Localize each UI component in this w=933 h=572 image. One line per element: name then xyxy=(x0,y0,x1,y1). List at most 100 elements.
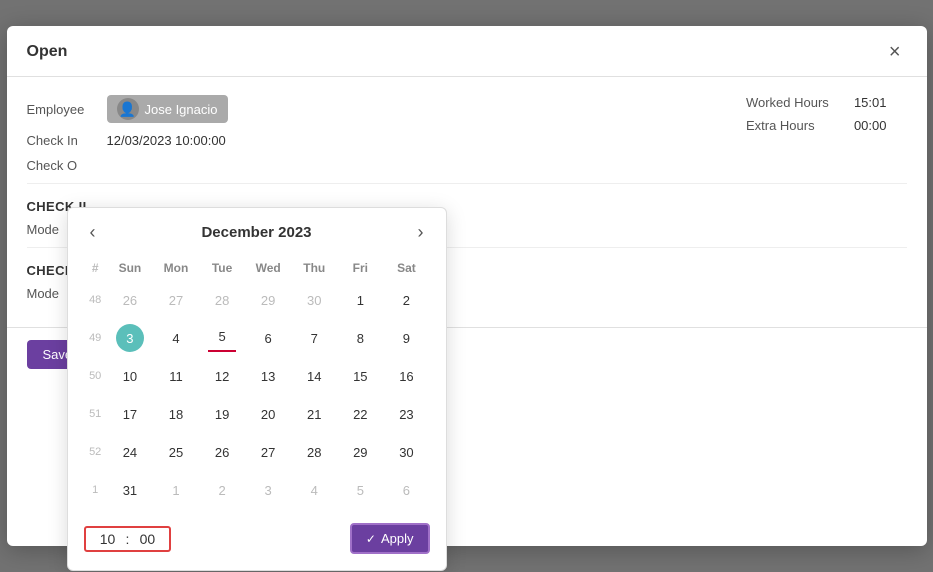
week-number: 1 xyxy=(84,471,107,509)
calendar-day[interactable]: 27 xyxy=(153,281,199,319)
divider-1 xyxy=(27,183,907,184)
check-out-row: Check O xyxy=(27,158,907,173)
wed-header: Wed xyxy=(245,257,291,281)
minute-input[interactable] xyxy=(133,531,161,547)
calendar-day[interactable]: 17 xyxy=(107,395,153,433)
time-input-group[interactable]: : xyxy=(84,526,172,552)
calendar-day[interactable]: 6 xyxy=(245,319,291,357)
check-in-value: 12/03/2023 10:00:00 xyxy=(107,133,226,148)
apply-label: Apply xyxy=(381,531,414,546)
calendar-day[interactable]: 21 xyxy=(291,395,337,433)
calendar-day[interactable]: 29 xyxy=(245,281,291,319)
tue-header: Tue xyxy=(199,257,245,281)
calendar-grid: # Sun Mon Tue Wed Thu Fri Sat 4826272829… xyxy=(84,257,430,509)
calendar-day[interactable]: 26 xyxy=(107,281,153,319)
right-info-panel: Worked Hours 15:01 Extra Hours 00:00 xyxy=(746,95,887,141)
calendar-day[interactable]: 20 xyxy=(245,395,291,433)
avatar: 👤 xyxy=(117,98,139,120)
calendar-header: ‹ December 2023 › xyxy=(84,220,430,245)
calendar-day[interactable]: 30 xyxy=(291,281,337,319)
calendar-week-row: 493456789 xyxy=(84,319,430,357)
close-button[interactable]: × xyxy=(883,40,907,64)
modal-backdrop: Open × Worked Hours 15:01 Extra Hours 00… xyxy=(0,0,933,572)
worked-hours-label: Worked Hours xyxy=(746,95,846,110)
calendar-day[interactable]: 19 xyxy=(199,395,245,433)
extra-hours-value: 00:00 xyxy=(854,118,887,133)
calendar-day[interactable]: 3 xyxy=(245,471,291,509)
week-number: 49 xyxy=(84,319,107,357)
calendar-day[interactable]: 14 xyxy=(291,357,337,395)
calendar-day[interactable]: 30 xyxy=(383,433,429,471)
calendar-day[interactable]: 7 xyxy=(291,319,337,357)
thu-header: Thu xyxy=(291,257,337,281)
worked-hours-value: 15:01 xyxy=(854,95,887,110)
calendar-day[interactable]: 5 xyxy=(199,319,245,357)
calendar-day[interactable]: 28 xyxy=(291,433,337,471)
prev-month-button[interactable]: ‹ xyxy=(84,220,102,245)
time-row: : ✓ Apply xyxy=(84,523,430,554)
check-in-label: Check In xyxy=(27,133,107,148)
employee-label: Employee xyxy=(27,102,107,117)
calendar-day[interactable]: 26 xyxy=(199,433,245,471)
next-month-button[interactable]: › xyxy=(411,220,429,245)
calendar-day[interactable]: 2 xyxy=(383,281,429,319)
week-num-col-header: # xyxy=(84,257,107,281)
sun-header: Sun xyxy=(107,257,153,281)
calendar-day[interactable]: 31 xyxy=(107,471,153,509)
calendar-day[interactable]: 9 xyxy=(383,319,429,357)
calendar-day[interactable]: 8 xyxy=(337,319,383,357)
calendar-day[interactable]: 6 xyxy=(383,471,429,509)
modal-title: Open xyxy=(27,43,68,61)
time-colon: : xyxy=(126,531,130,547)
calendar-day[interactable]: 22 xyxy=(337,395,383,433)
calendar-month-title: December 2023 xyxy=(201,224,311,241)
calendar-day[interactable]: 18 xyxy=(153,395,199,433)
calendar-day[interactable]: 28 xyxy=(199,281,245,319)
calendar-day[interactable]: 15 xyxy=(337,357,383,395)
calendar-day[interactable]: 23 xyxy=(383,395,429,433)
employee-badge[interactable]: 👤 Jose Ignacio xyxy=(107,95,228,123)
week-number: 50 xyxy=(84,357,107,395)
extra-hours-label: Extra Hours xyxy=(746,118,846,133)
calendar-week-row: 131123456 xyxy=(84,471,430,509)
calendar-week-row: 5224252627282930 xyxy=(84,433,430,471)
week-number: 51 xyxy=(84,395,107,433)
calendar-day[interactable]: 25 xyxy=(153,433,199,471)
avatar-icon: 👤 xyxy=(119,101,136,118)
sat-header: Sat xyxy=(383,257,429,281)
calendar-header-row: # Sun Mon Tue Wed Thu Fri Sat xyxy=(84,257,430,281)
calendar-day[interactable]: 3 xyxy=(107,319,153,357)
calendar-body: 4826272829301249345678950101112131415165… xyxy=(84,281,430,509)
employee-name: Jose Ignacio xyxy=(145,102,218,117)
calendar-day[interactable]: 10 xyxy=(107,357,153,395)
calendar-day[interactable]: 16 xyxy=(383,357,429,395)
calendar-day[interactable]: 2 xyxy=(199,471,245,509)
check-icon: ✓ xyxy=(366,532,376,546)
calendar-day[interactable]: 29 xyxy=(337,433,383,471)
mon-header: Mon xyxy=(153,257,199,281)
calendar-day[interactable]: 27 xyxy=(245,433,291,471)
calendar-day[interactable]: 1 xyxy=(337,281,383,319)
calendar-week-row: 48262728293012 xyxy=(84,281,430,319)
calendar-day[interactable]: 4 xyxy=(291,471,337,509)
calendar-popup: ‹ December 2023 › # Sun Mon Tue Wed Thu xyxy=(67,207,447,571)
calendar-day[interactable]: 13 xyxy=(245,357,291,395)
week-number: 48 xyxy=(84,281,107,319)
calendar-day[interactable]: 4 xyxy=(153,319,199,357)
calendar-day[interactable]: 24 xyxy=(107,433,153,471)
calendar-day[interactable]: 1 xyxy=(153,471,199,509)
week-number: 52 xyxy=(84,433,107,471)
hour-input[interactable] xyxy=(94,531,122,547)
extra-hours-row: Extra Hours 00:00 xyxy=(746,118,887,133)
worked-hours-row: Worked Hours 15:01 xyxy=(746,95,887,110)
calendar-day[interactable]: 11 xyxy=(153,357,199,395)
calendar-day[interactable]: 12 xyxy=(199,357,245,395)
modal-body: Worked Hours 15:01 Extra Hours 00:00 Emp… xyxy=(7,77,927,327)
calendar-week-row: 5117181920212223 xyxy=(84,395,430,433)
modal-header: Open × xyxy=(7,26,927,77)
calendar-day[interactable]: 5 xyxy=(337,471,383,509)
apply-button[interactable]: ✓ Apply xyxy=(350,523,430,554)
calendar-week-row: 5010111213141516 xyxy=(84,357,430,395)
fri-header: Fri xyxy=(337,257,383,281)
modal-dialog: Open × Worked Hours 15:01 Extra Hours 00… xyxy=(7,26,927,546)
